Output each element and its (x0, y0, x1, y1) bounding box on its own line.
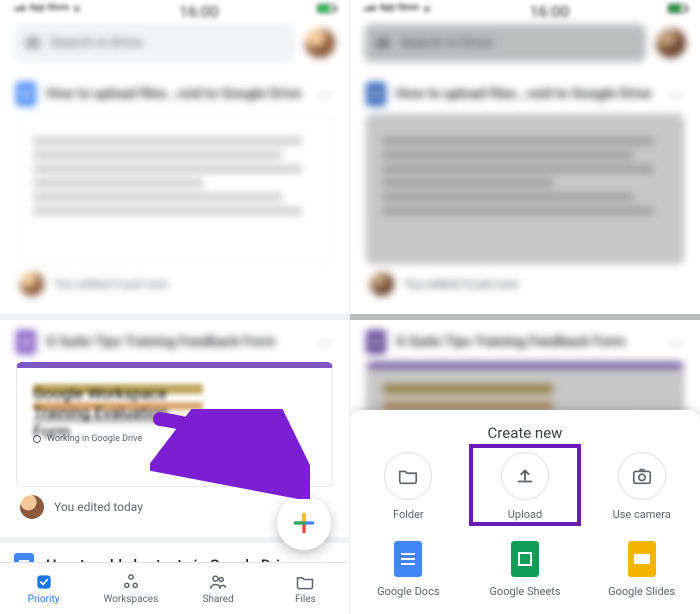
section-separator (0, 314, 349, 320)
camera-icon (631, 465, 653, 487)
file-title: How to upload files...roid to Google Dri… (46, 86, 307, 102)
more-icon[interactable]: ⋯ (317, 85, 333, 104)
google-sheets-icon (511, 541, 539, 577)
create-new-sheet: Create new Folder Upload Use camera Goog… (350, 410, 700, 614)
screenshot-right: App Storeᯤ 16:00 Search in Drive How to … (350, 0, 700, 614)
form-heading: Google Workspace Training Evaluation For… (33, 384, 203, 394)
search-box: Search in Drive (364, 24, 646, 62)
folder-icon (397, 465, 419, 487)
signal-icon (14, 5, 25, 11)
bottom-tab-bar: Priority Workspaces Shared Files (0, 562, 349, 614)
shared-icon (208, 572, 228, 592)
menu-icon[interactable] (26, 38, 40, 48)
more-icon[interactable]: ⋯ (317, 333, 333, 352)
google-docs-icon (394, 541, 422, 577)
screenshot-left: App Store ᯤ 16:00 Search in Drive How to… (0, 0, 350, 614)
upload-icon (514, 465, 536, 487)
workspaces-icon (121, 572, 141, 592)
avatar[interactable] (305, 28, 335, 58)
status-time: 16:00 (179, 2, 219, 14)
wifi-icon: ᯤ (73, 2, 81, 15)
sheet-title: Create new (350, 424, 700, 442)
fab-add-button[interactable] (277, 496, 331, 550)
editor-avatar (20, 272, 44, 296)
sheet-item-camera[interactable]: Use camera (583, 452, 700, 521)
tab-workspaces[interactable]: Workspaces (87, 563, 174, 614)
tab-files[interactable]: Files (262, 563, 349, 614)
tab-priority[interactable]: Priority (0, 563, 87, 614)
search-box[interactable]: Search in Drive (14, 24, 295, 62)
form-radio-option[interactable]: Working in Google Drive (33, 434, 316, 444)
sheet-item-google-slides[interactable]: Google Slides (583, 541, 700, 598)
priority-icon (34, 572, 54, 592)
google-forms-icon (16, 330, 36, 354)
plus-icon (291, 510, 317, 536)
file-card-doc[interactable]: How to upload files...roid to Google Dri… (10, 78, 339, 314)
google-docs-icon (16, 82, 36, 106)
form-preview: Google Workspace Training Evaluation For… (16, 362, 333, 487)
sheet-item-folder[interactable]: Folder (350, 452, 467, 521)
sheet-item-google-docs[interactable]: Google Docs (350, 541, 467, 598)
folder-icon (295, 572, 315, 592)
editor-text: You edited it just now (54, 277, 168, 291)
editor-avatar (20, 495, 44, 519)
battery-icon (317, 4, 335, 13)
editor-text: You edited today (54, 500, 143, 514)
file-title: G Suite Tips Training Feedback Form (46, 334, 307, 350)
sheet-item-google-sheets[interactable]: Google Sheets (467, 541, 584, 598)
carrier: App Store (29, 3, 69, 13)
status-bar: App Storeᯤ 16:00 (350, 0, 700, 14)
sheet-item-upload[interactable]: Upload (467, 452, 584, 521)
file-preview (16, 114, 333, 264)
google-slides-icon (628, 541, 656, 577)
tab-shared[interactable]: Shared (175, 563, 262, 614)
search-row: Search in Drive (0, 14, 349, 72)
status-bar: App Store ᯤ 16:00 (0, 0, 349, 14)
search-placeholder: Search in Drive (50, 35, 143, 51)
